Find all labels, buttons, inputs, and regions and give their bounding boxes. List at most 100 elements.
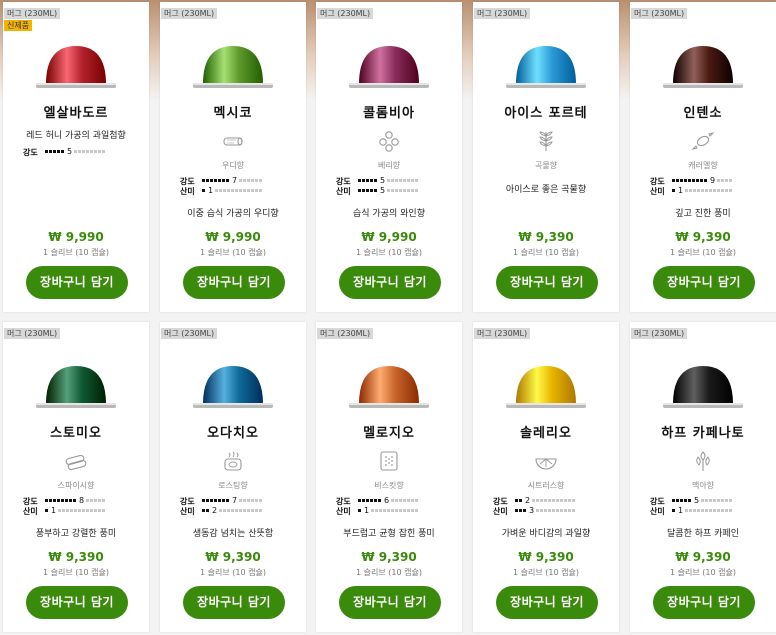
- size-badge: 머그 (230ML): [317, 8, 374, 19]
- acidity-label: 산미: [23, 506, 38, 516]
- product-name[interactable]: 솔레리오: [473, 422, 619, 441]
- add-to-cart-button[interactable]: 장바구니 담기: [183, 266, 285, 299]
- acidity-label: 산미: [336, 506, 351, 516]
- price: ₩ 9,390: [48, 550, 104, 564]
- unit-info: 1 슬리브 (10 캡슐): [200, 568, 266, 577]
- add-to-cart-button[interactable]: 장바구니 담기: [26, 266, 128, 299]
- intensity-meter: 강도 7: [180, 496, 263, 507]
- aroma-label: 맥아향: [691, 481, 715, 490]
- capsule-image[interactable]: [188, 358, 278, 416]
- capsule-image[interactable]: [658, 38, 748, 96]
- new-badge: 신제품: [4, 20, 33, 31]
- price: ₩ 9,990: [48, 230, 104, 244]
- size-badge: 머그 (230ML): [4, 328, 61, 339]
- aroma-label: 비스킷향: [374, 481, 404, 490]
- add-to-cart-button[interactable]: 장바구니 담기: [339, 266, 441, 299]
- product-description: 레드 허니 가공의 과일첨향: [26, 131, 126, 141]
- capsule-image[interactable]: [344, 38, 434, 96]
- citrus-icon: [534, 450, 558, 472]
- size-badge: 머그 (230ML): [161, 328, 218, 339]
- intensity-label: 강도: [650, 496, 665, 506]
- unit-info: 1 슬리브 (10 캡슐): [670, 568, 736, 577]
- capsule-image[interactable]: [31, 358, 121, 416]
- acidity-meter: 산미 1: [23, 506, 106, 517]
- aroma-label: 우디향: [221, 161, 245, 170]
- price: ₩ 9,390: [518, 230, 574, 244]
- product-card[interactable]: 머그 (230ML) 스토미오스파이시향강도 8 산미 1 풍부하고 강렬한 풍미 ₩ 9,…: [3, 322, 149, 632]
- product-card[interactable]: 머그 (230ML) 신제품엘살바도르강도 5 레드 허니 가공의 과일첨향 ₩ 9,9…: [3, 2, 149, 312]
- add-to-cart-button[interactable]: 장바구니 담기: [496, 266, 598, 299]
- acidity-dots: 1: [672, 506, 733, 516]
- intensity-dots: 9: [672, 176, 733, 186]
- intensity-meter: 강도 9: [650, 176, 733, 187]
- intensity-label: 강도: [336, 176, 351, 186]
- add-to-cart-button[interactable]: 장바구니 담기: [339, 586, 441, 619]
- product-card[interactable]: 머그 (230ML) 멜로지오 비스킷향 강도 6 산미 1 부드럽고 균형 잡힌 풍미 ₩ 9…: [316, 322, 462, 632]
- price: ₩ 9,990: [361, 230, 417, 244]
- product-description: 이중 습식 가공의 우디향: [187, 209, 279, 219]
- product-name[interactable]: 오다치오: [160, 422, 306, 441]
- intensity-dots: 8: [45, 496, 106, 506]
- intensity-dots: 5: [358, 176, 419, 186]
- price: ₩ 9,390: [675, 230, 731, 244]
- product-description: 생동감 넘치는 산뜻함: [192, 529, 274, 539]
- product-card[interactable]: 머그 (230ML) 콜롬비아 베리향 강도 5 산미 5 습식 가공의 와인향 ₩ 9,990…: [316, 2, 462, 312]
- aroma-label: 스파이시향: [57, 481, 95, 490]
- price: ₩ 9,390: [675, 550, 731, 564]
- product-name[interactable]: 멜로지오: [316, 422, 462, 441]
- intensity-meter: 강도 6: [336, 496, 419, 507]
- intensity-label: 강도: [23, 496, 38, 506]
- intensity-meter: 강도 5: [23, 147, 106, 158]
- aroma-label: 곡물향: [534, 161, 558, 170]
- product-card[interactable]: 머그 (230ML) 오다치오 로스팅향 강도 7 산미 2 생동감 넘치는 산뜻함 ₩ 9,3…: [160, 322, 306, 632]
- intensity-label: 강도: [336, 496, 351, 506]
- product-name[interactable]: 멕시코: [160, 102, 306, 121]
- product-card[interactable]: 머그 (230ML) 아이스 포르테 곡물향 아이스로 좋은 곡물향 ₩ 9,390 1 …: [473, 2, 619, 312]
- capsule-image[interactable]: [658, 358, 748, 416]
- add-to-cart-button[interactable]: 장바구니 담기: [26, 586, 128, 619]
- berry-icon: [377, 130, 401, 152]
- grain-icon: [534, 130, 558, 152]
- product-name[interactable]: 인텐소: [630, 102, 776, 121]
- add-to-cart-button[interactable]: 장바구니 담기: [496, 586, 598, 619]
- capsule-image[interactable]: [188, 38, 278, 96]
- size-badge: 머그 (230ML): [317, 328, 374, 339]
- size-badge: 머그 (230ML): [631, 8, 688, 19]
- add-to-cart-button[interactable]: 장바구니 담기: [653, 266, 755, 299]
- capsule-image[interactable]: [501, 38, 591, 96]
- product-name[interactable]: 아이스 포르테: [473, 102, 619, 121]
- product-name[interactable]: 하프 카페나토: [630, 422, 776, 441]
- product-name[interactable]: 스토미오: [3, 422, 149, 441]
- size-badge: 머그 (230ML): [631, 328, 688, 339]
- product-description: 깊고 진한 풍미: [675, 209, 731, 219]
- product-name[interactable]: 엘살바도르: [3, 102, 149, 121]
- acidity-label: 산미: [180, 506, 195, 516]
- capsule-image[interactable]: [344, 358, 434, 416]
- product-card[interactable]: 머그 (230ML) 인텐소 캐러멜향 강도 9 산미 1 깊고 진한 풍미 ₩ 9,390 1 …: [630, 2, 776, 312]
- product-card[interactable]: 머그 (230ML) 멕시코 우디향 강도 7 산미 1 이중 습식 가공의 우디향 ₩ 9,9…: [160, 2, 306, 312]
- product-card[interactable]: 머그 (230ML) 하프 카페나토 맥아향 강도 5 산미 1 달콤한 하프 카페인 ₩ 9,…: [630, 322, 776, 632]
- intensity-dots: 7: [202, 496, 263, 506]
- product-description: 풍부하고 강렬한 풍미: [35, 529, 117, 539]
- intensity-dots: 7: [202, 176, 263, 186]
- aroma-label: 베리향: [377, 161, 401, 170]
- acidity-label: 산미: [650, 506, 665, 516]
- add-to-cart-button[interactable]: 장바구니 담기: [653, 586, 755, 619]
- acidity-dots: 1: [202, 186, 263, 196]
- acidity-dots: 3: [515, 506, 576, 516]
- acidity-dots: 5: [358, 186, 419, 196]
- capsule-image[interactable]: [501, 358, 591, 416]
- product-description: 달콤한 하프 카페인: [667, 529, 739, 539]
- acidity-label: 산미: [650, 186, 665, 196]
- acidity-label: 산미: [336, 186, 351, 196]
- capsule-image[interactable]: [31, 38, 121, 96]
- product-name[interactable]: 콜롬비아: [316, 102, 462, 121]
- size-badge: 머그 (230ML): [4, 8, 61, 19]
- add-to-cart-button[interactable]: 장바구니 담기: [183, 586, 285, 619]
- price: ₩ 9,390: [361, 550, 417, 564]
- intensity-meter: 강도 8: [23, 496, 106, 507]
- product-card[interactable]: 머그 (230ML) 솔레리오 시트러스향 강도 2 산미 3 가벼운 바디감의 과일향 ₩ 9…: [473, 322, 619, 632]
- acidity-meter: 산미 5: [336, 186, 419, 197]
- unit-info: 1 슬리브 (10 캡슐): [513, 568, 579, 577]
- aroma-label: 캐러멜향: [688, 161, 718, 170]
